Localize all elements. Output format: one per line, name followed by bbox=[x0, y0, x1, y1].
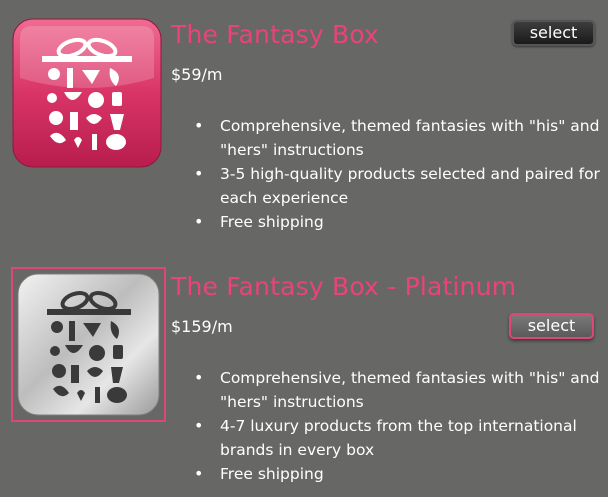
feature-item: 3-5 high-quality products selected and p… bbox=[194, 162, 608, 210]
select-button[interactable]: select bbox=[509, 313, 594, 339]
feature-list: Comprehensive, themed fantasies with "hi… bbox=[190, 114, 608, 234]
feature-item: Free shipping bbox=[194, 210, 608, 234]
product-fantasy-box-platinum: The Fantasy Box - Platinum $159/m select… bbox=[0, 262, 608, 497]
product-title: The Fantasy Box bbox=[171, 20, 380, 49]
select-button[interactable]: select bbox=[512, 20, 595, 46]
feature-list: Comprehensive, themed fantasies with "hi… bbox=[190, 366, 608, 486]
product-fantasy-box: The Fantasy Box $59/m select Comprehensi… bbox=[0, 0, 608, 250]
feature-item: Free shipping bbox=[194, 462, 608, 486]
product-title: The Fantasy Box - Platinum bbox=[171, 272, 517, 301]
feature-item: Comprehensive, themed fantasies with "hi… bbox=[194, 114, 608, 162]
feature-item: Comprehensive, themed fantasies with "hi… bbox=[194, 366, 608, 414]
fantasy-box-icon[interactable] bbox=[12, 18, 162, 168]
feature-item: 4-7 luxury products from the top interna… bbox=[194, 414, 608, 462]
product-price: $59/m bbox=[171, 65, 223, 84]
fantasy-box-platinum-icon[interactable] bbox=[11, 267, 166, 422]
product-price: $159/m bbox=[171, 317, 233, 336]
